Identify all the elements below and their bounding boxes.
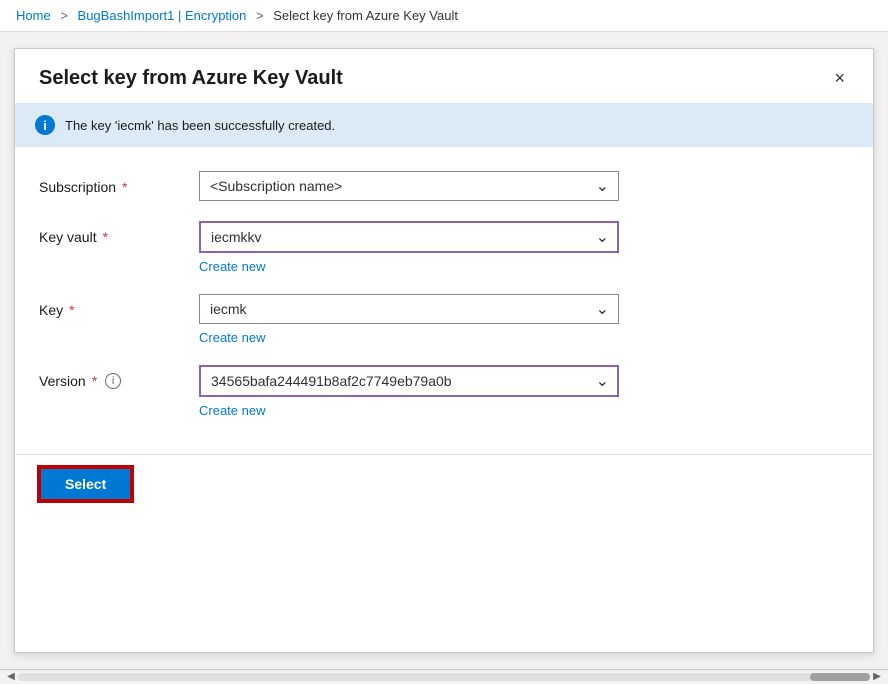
key-vault-create-new[interactable]: Create new <box>199 259 265 274</box>
breadcrumb-import[interactable]: BugBashImport1 | Encryption <box>78 8 247 23</box>
version-required: * <box>92 373 97 389</box>
select-button[interactable]: Select <box>39 467 132 501</box>
key-label: Key * <box>39 294 199 318</box>
version-control: 34565bafa244491b8af2c7749eb79a0b Create … <box>199 365 619 418</box>
key-vault-label: Key vault * <box>39 221 199 245</box>
subscription-control: <Subscription name> <box>199 171 619 201</box>
version-label: Version * i <box>39 365 199 389</box>
dialog-header: Select key from Azure Key Vault × <box>15 49 873 103</box>
key-required: * <box>69 302 74 318</box>
breadcrumb-sep-1: > <box>60 8 68 23</box>
key-row: Key * iecmk Create new <box>39 294 849 345</box>
breadcrumb: Home > BugBashImport1 | Encryption > Sel… <box>0 0 888 32</box>
scrollbar-thumb[interactable] <box>810 673 870 681</box>
dialog-title: Select key from Azure Key Vault <box>39 67 343 90</box>
scrollbar-track <box>18 673 870 681</box>
key-vault-row: Key vault * iecmkkv Create new <box>39 221 849 274</box>
key-vault-control: iecmkkv Create new <box>199 221 619 274</box>
key-control: iecmk Create new <box>199 294 619 345</box>
subscription-select[interactable]: <Subscription name> <box>199 171 619 201</box>
dialog-container: Select key from Azure Key Vault × i The … <box>14 48 874 653</box>
version-select[interactable]: 34565bafa244491b8af2c7749eb79a0b <box>199 365 619 397</box>
dialog-body: Subscription * <Subscription name> Key v… <box>15 155 873 454</box>
info-banner: i The key 'iecmk' has been successfully … <box>15 103 873 147</box>
info-banner-text: The key 'iecmk' has been successfully cr… <box>65 118 335 133</box>
subscription-label: Subscription * <box>39 171 199 195</box>
dialog-footer: Select <box>15 454 873 517</box>
page-wrapper: Home > BugBashImport1 | Encryption > Sel… <box>0 0 888 683</box>
key-create-new[interactable]: Create new <box>199 330 265 345</box>
breadcrumb-current: Select key from Azure Key Vault <box>273 8 458 23</box>
subscription-required: * <box>122 179 127 195</box>
key-select-wrapper: iecmk <box>199 294 619 324</box>
close-button[interactable]: × <box>830 65 849 91</box>
key-vault-select-wrapper: iecmkkv <box>199 221 619 253</box>
key-vault-select[interactable]: iecmkkv <box>199 221 619 253</box>
key-vault-required: * <box>103 229 108 245</box>
key-select[interactable]: iecmk <box>199 294 619 324</box>
version-select-wrapper: 34565bafa244491b8af2c7749eb79a0b <box>199 365 619 397</box>
info-icon: i <box>35 115 55 135</box>
breadcrumb-sep-2: > <box>256 8 264 23</box>
scroll-left-arrow[interactable]: ◀ <box>4 670 18 684</box>
bottom-scrollbar: ◀ ▶ <box>0 669 888 683</box>
version-info-icon: i <box>105 373 121 389</box>
version-row: Version * i 34565bafa244491b8af2c7749eb7… <box>39 365 849 418</box>
scroll-right-arrow[interactable]: ▶ <box>870 670 884 684</box>
version-create-new[interactable]: Create new <box>199 403 265 418</box>
breadcrumb-home[interactable]: Home <box>16 8 51 23</box>
subscription-select-wrapper: <Subscription name> <box>199 171 619 201</box>
subscription-row: Subscription * <Subscription name> <box>39 171 849 201</box>
